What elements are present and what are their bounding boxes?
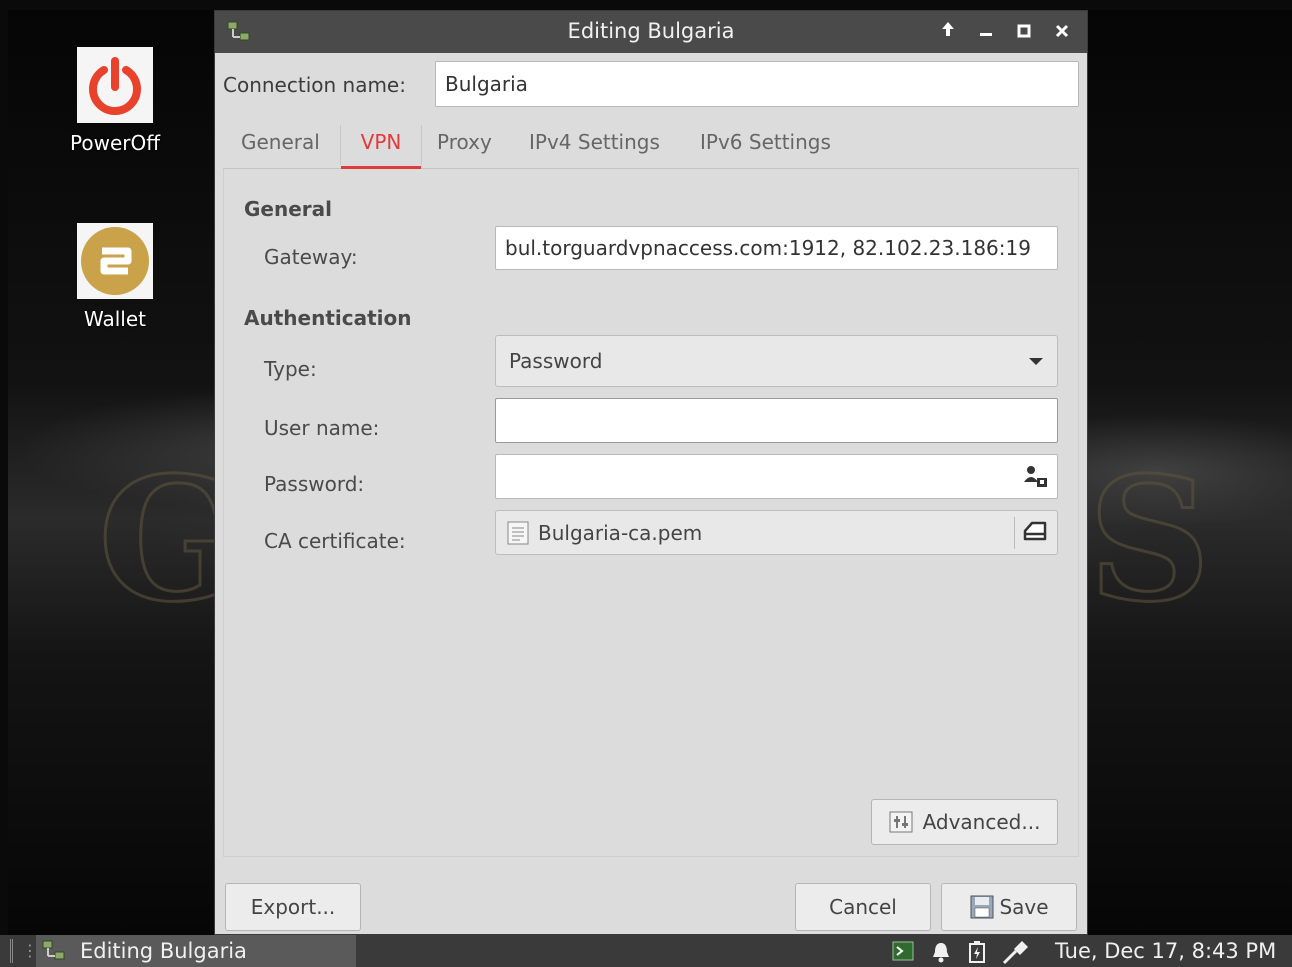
terminal-icon[interactable] <box>892 941 914 966</box>
advanced-button[interactable]: Advanced... <box>871 799 1058 845</box>
chevron-down-icon <box>1029 358 1043 365</box>
username-input[interactable] <box>495 398 1058 443</box>
type-label: Type: <box>264 357 317 381</box>
connection-name-row: Connection name: Bulgaria <box>223 61 1079 109</box>
username-label: User name: <box>264 416 380 440</box>
taskbar-task-editing-bulgaria[interactable]: Editing Bulgaria <box>36 935 356 967</box>
minimize-icon[interactable] <box>972 17 1000 45</box>
connection-name-input[interactable]: Bulgaria <box>435 61 1079 107</box>
password-input[interactable] <box>495 454 1058 499</box>
battery-icon[interactable] <box>968 941 986 967</box>
gateway-label: Gateway: <box>264 245 358 269</box>
desktop-icon-label: Wallet <box>83 307 146 331</box>
clear-icon[interactable] <box>1022 519 1048 548</box>
save-button-label: Save <box>999 895 1049 919</box>
keep-above-icon[interactable] <box>934 17 962 45</box>
tab-bar: General VPN Proxy IPv4 Settings IPv6 Set… <box>223 117 1079 169</box>
taskbar-task-label: Editing Bulgaria <box>80 939 247 963</box>
ca-certificate-value: Bulgaria-ca.pem <box>538 520 703 545</box>
save-icon <box>969 894 995 920</box>
tab-ipv4-settings[interactable]: IPv4 Settings <box>513 117 676 169</box>
tab-general[interactable]: General <box>225 117 336 169</box>
taskbar-handle[interactable] <box>10 939 13 963</box>
taskbar-clock[interactable]: Tue, Dec 17, 8:43 PM <box>1055 939 1276 963</box>
ca-certificate-label: CA certificate: <box>264 529 406 553</box>
desktop-icon-wallet[interactable]: Wallet <box>60 223 170 331</box>
authentication-heading: Authentication <box>244 306 412 330</box>
tab-proxy[interactable]: Proxy <box>421 117 508 169</box>
ca-certificate-chooser[interactable]: Bulgaria-ca.pem <box>495 510 1058 555</box>
general-heading: General <box>244 197 332 221</box>
taskbar: ⋮ Editing Bulgaria Tue, Dec 17, 8:43 PM <box>0 935 1292 967</box>
tab-vpn[interactable]: VPN <box>341 117 421 169</box>
wallet-coin-icon <box>77 223 153 299</box>
export-button[interactable]: Export... <box>225 883 361 931</box>
file-icon <box>506 520 530 546</box>
maximize-icon[interactable] <box>1010 17 1038 45</box>
password-label: Password: <box>264 472 365 496</box>
edit-connection-dialog: Editing Bulgaria Connection name: Bulgar… <box>214 10 1088 935</box>
cancel-button[interactable]: Cancel <box>795 883 931 931</box>
vpn-panel: General Gateway: bul.torguardvpnaccess.c… <box>223 169 1079 857</box>
network-icon[interactable] <box>1002 937 1032 967</box>
connection-name-label: Connection name: <box>223 73 406 97</box>
user-lock-icon[interactable] <box>1023 464 1049 495</box>
chooser-divider <box>1014 517 1015 549</box>
gateway-input[interactable]: bul.torguardvpnaccess.com:1912, 82.102.2… <box>495 226 1058 270</box>
network-connections-icon <box>42 940 66 962</box>
window-titlebar[interactable]: Editing Bulgaria <box>215 11 1087 53</box>
wallpaper-lettering-right: S <box>1087 439 1213 642</box>
advanced-button-label: Advanced... <box>922 810 1041 834</box>
save-button[interactable]: Save <box>941 883 1077 931</box>
advanced-settings-icon <box>889 811 913 833</box>
desktop-icon-label: PowerOff <box>70 131 160 155</box>
desktop-icon-poweroff[interactable]: PowerOff <box>60 47 170 155</box>
close-icon[interactable] <box>1048 17 1076 45</box>
bell-icon[interactable] <box>930 941 952 967</box>
tab-ipv6-settings[interactable]: IPv6 Settings <box>684 117 847 169</box>
power-icon <box>77 47 153 123</box>
auth-type-value: Password <box>509 349 603 373</box>
auth-type-dropdown[interactable]: Password <box>495 335 1058 387</box>
